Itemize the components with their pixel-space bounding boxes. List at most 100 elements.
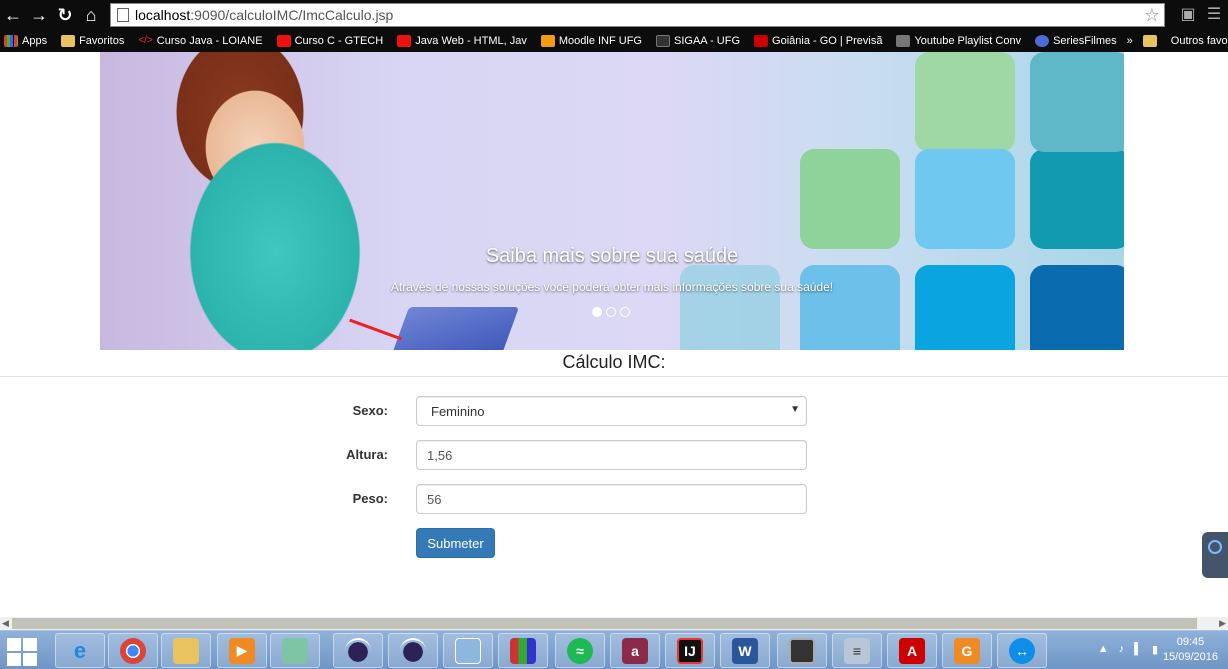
network-icon[interactable]: ▌ bbox=[1134, 643, 1142, 656]
battery-icon[interactable]: ▮ bbox=[1152, 643, 1158, 656]
banner-tile bbox=[915, 149, 1015, 249]
back-icon[interactable]: ← bbox=[0, 2, 26, 28]
banner-tile bbox=[800, 265, 900, 350]
sexo-select[interactable]: Feminino ▼ bbox=[416, 396, 807, 426]
extension-icon[interactable]: ▣ bbox=[1178, 4, 1198, 24]
eclipse-icon[interactable] bbox=[388, 633, 438, 668]
folder-icon bbox=[61, 35, 76, 47]
bookmark-outros-favoritos[interactable]: Outros favoritos bbox=[1139, 35, 1228, 47]
forward-icon[interactable]: → bbox=[26, 2, 52, 28]
bookmark-apps[interactable]: Apps bbox=[0, 35, 47, 47]
bookmarks-more-button[interactable]: » bbox=[1127, 35, 1133, 47]
carousel-text: Através de nossas soluções você poderá o… bbox=[390, 280, 834, 294]
bookmark-label: Apps bbox=[22, 35, 48, 47]
chrome-icon[interactable] bbox=[108, 633, 158, 668]
bookmark-label: Outros favoritos bbox=[1170, 35, 1228, 47]
internet-explorer-icon[interactable]: e bbox=[55, 633, 105, 668]
bookmark-label: Goiânia - GO | Previsã bbox=[772, 35, 883, 47]
carousel-banner[interactable]: Saiba mais sobre sua saúde Através de no… bbox=[100, 52, 1124, 350]
bookmark-java-web[interactable]: Java Web - HTML, Jav bbox=[393, 35, 527, 47]
youtube-icon bbox=[397, 35, 412, 47]
page-icon bbox=[117, 8, 129, 22]
word-icon[interactable]: W bbox=[720, 633, 770, 668]
windows-start-icon[interactable] bbox=[6, 636, 38, 666]
pdf-converter-icon[interactable]: G bbox=[942, 633, 992, 668]
bookmark-goiania[interactable]: Goiânia - GO | Previsã bbox=[750, 35, 882, 47]
banner-tile bbox=[1030, 52, 1124, 152]
virtualbox-icon[interactable] bbox=[443, 633, 493, 668]
carousel-title: Saiba mais sobre sua saúde bbox=[485, 245, 739, 267]
banner-tile bbox=[1030, 149, 1124, 249]
file-explorer-icon[interactable] bbox=[161, 633, 211, 668]
taskbar: e ▶ ≈ a IJ W ≡ A G ↔ ▲ ♪ ▌ ▮ 09:45 15/09… bbox=[0, 630, 1228, 669]
bookmark-youtube-playlist[interactable]: Youtube Playlist Conv bbox=[892, 35, 1021, 47]
pen-illustration bbox=[349, 318, 402, 341]
spotify-icon[interactable]: ≈ bbox=[555, 633, 605, 668]
taskbar-clock[interactable]: 09:45 15/09/2016 bbox=[1163, 635, 1218, 665]
acrobat-icon[interactable]: A bbox=[887, 633, 937, 668]
carousel-indicator[interactable] bbox=[620, 307, 630, 317]
page-title: Cálculo IMC: bbox=[562, 352, 666, 372]
terminal-icon[interactable] bbox=[777, 633, 827, 668]
url-host: localhost bbox=[135, 7, 191, 23]
teamviewer-icon[interactable]: ↔ bbox=[997, 633, 1047, 668]
aegisub-icon[interactable]: a bbox=[610, 633, 660, 668]
banner-tile bbox=[680, 265, 780, 350]
menu-icon[interactable]: ☰ bbox=[1204, 4, 1224, 24]
sexo-select-value: Feminino bbox=[431, 403, 485, 419]
notepad-icon[interactable] bbox=[270, 633, 320, 668]
scroll-right-icon[interactable]: ▶ bbox=[1219, 618, 1226, 629]
tray-expand-icon[interactable]: ▲ bbox=[1098, 643, 1109, 656]
bookmark-sigaa[interactable]: SIGAA - UFG bbox=[652, 35, 740, 47]
form-row-altura: Altura: 1,56 bbox=[0, 440, 1228, 470]
carousel-indicator[interactable] bbox=[606, 307, 616, 317]
bookmark-label: SeriesFilmes bbox=[1053, 35, 1117, 47]
sigaa-icon bbox=[656, 35, 670, 47]
peso-input[interactable]: 56 bbox=[416, 484, 807, 514]
folder-icon bbox=[1142, 35, 1157, 47]
form-row-sexo: Sexo: Feminino ▼ bbox=[0, 396, 1228, 426]
clipboard-illustration bbox=[390, 307, 520, 350]
bookmark-label: SIGAA - UFG bbox=[674, 35, 741, 47]
bookmark-seriesfilmes[interactable]: SeriesFilmes bbox=[1031, 35, 1117, 47]
bookmark-favoritos[interactable]: Favoritos bbox=[57, 35, 124, 47]
carousel-indicators bbox=[592, 307, 630, 317]
banner-tile bbox=[1030, 265, 1124, 350]
bookmark-label: Java Web - HTML, Jav bbox=[415, 35, 527, 47]
music-icon bbox=[896, 35, 911, 47]
moodle-icon bbox=[540, 35, 555, 47]
volume-icon[interactable]: ♪ bbox=[1119, 643, 1125, 656]
apps-icon bbox=[4, 35, 18, 47]
home-icon[interactable]: ⌂ bbox=[78, 2, 104, 28]
media-player-icon[interactable]: ▶ bbox=[217, 633, 267, 668]
bookmark-label: Curso Java - LOIANE bbox=[156, 35, 263, 47]
scroll-left-icon[interactable]: ◀ bbox=[2, 618, 9, 629]
bookmark-moodle[interactable]: Moodle INF UFG bbox=[537, 35, 642, 47]
bookmark-label: Curso C - GTECH bbox=[294, 35, 384, 47]
reload-icon[interactable]: ↻ bbox=[52, 2, 78, 28]
altura-input[interactable]: 1,56 bbox=[416, 440, 807, 470]
clock-date: 15/09/2016 bbox=[1162, 651, 1218, 663]
clock-time: 09:45 bbox=[1176, 636, 1205, 648]
bookmarks-bar: Apps Favoritos </> Curso Java - LOIANE Cu… bbox=[0, 30, 1228, 52]
winrar-icon[interactable] bbox=[498, 633, 548, 668]
altura-label: Altura: bbox=[346, 447, 388, 462]
chevron-down-icon: ▼ bbox=[790, 404, 800, 415]
scrollbar-thumb[interactable] bbox=[12, 618, 1197, 629]
bookmark-label: Favoritos bbox=[79, 35, 125, 47]
intellij-icon[interactable]: IJ bbox=[665, 633, 715, 668]
bookmark-star-icon[interactable]: ☆ bbox=[1144, 5, 1160, 26]
eclipse-icon[interactable] bbox=[333, 633, 383, 668]
weather-icon bbox=[754, 35, 769, 47]
banner-tile bbox=[915, 52, 1015, 152]
address-bar[interactable]: localhost:9090/calculoIMC/ImcCalculo.jsp… bbox=[110, 3, 1165, 27]
bookmark-curso-java[interactable]: </> Curso Java - LOIANE bbox=[134, 35, 262, 47]
banner-tile bbox=[800, 149, 900, 249]
bookmark-curso-c[interactable]: Curso C - GTECH bbox=[273, 35, 384, 47]
carousel-indicator[interactable] bbox=[592, 307, 602, 317]
teamviewer-side-tab[interactable] bbox=[1202, 532, 1228, 578]
submit-button[interactable]: Submeter bbox=[416, 528, 495, 558]
teamviewer-icon bbox=[1208, 540, 1222, 554]
horizontal-scrollbar[interactable]: ◀ ▶ bbox=[0, 617, 1228, 630]
calculator-icon[interactable]: ≡ bbox=[832, 633, 882, 668]
